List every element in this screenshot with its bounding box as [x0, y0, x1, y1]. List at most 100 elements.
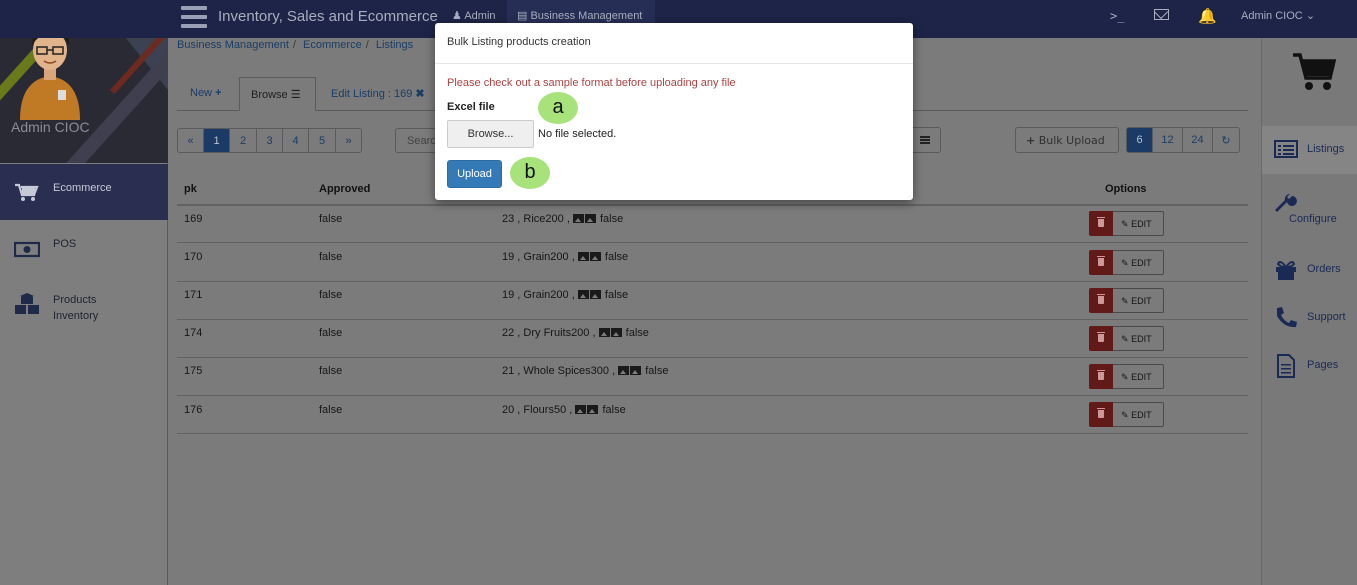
page-4[interactable]: 4	[283, 128, 309, 153]
rightbar-item-configure[interactable]: Configure	[1262, 186, 1357, 236]
file-status-text: No file selected.	[538, 128, 617, 140]
page-next[interactable]: »	[336, 128, 362, 153]
tab-edit-listing[interactable]: Edit Listing : 169 ✖	[331, 77, 425, 111]
page-size-12[interactable]: 12	[1153, 127, 1183, 153]
sidebar-item-pos[interactable]: POS	[0, 220, 168, 276]
image-icon	[584, 214, 596, 223]
sidebar-item-label: Products Inventory	[53, 294, 99, 322]
pencil-icon: ✎	[1121, 372, 1129, 382]
table-header-divider	[177, 204, 1248, 206]
browse-file-button[interactable]: Browse...	[447, 120, 534, 148]
rightbar-item-listings[interactable]: Listings	[1262, 126, 1357, 174]
delete-button[interactable]	[1089, 364, 1113, 389]
cell-approved: false	[319, 289, 343, 301]
refresh-button[interactable]: ↻	[1213, 127, 1240, 153]
annotation-marker-a: a	[538, 92, 578, 124]
trash-icon	[1097, 256, 1105, 266]
rightbar-item-label: Pages	[1307, 359, 1339, 371]
app-title: Inventory, Sales and Ecommerce	[218, 8, 438, 25]
bulk-listing-modal: Bulk Listing products creation Please ch…	[435, 23, 913, 200]
cell-details: 19 , Grain200 , false	[502, 289, 629, 301]
chart-icon: ▤	[517, 10, 528, 22]
breadcrumb-business-management[interactable]: Business Management	[177, 39, 289, 51]
list-icon	[920, 136, 930, 138]
list-icon	[1274, 140, 1298, 158]
cell-details: 23 , Rice200 , false	[502, 213, 624, 225]
edit-button[interactable]: ✎ EDIT	[1113, 326, 1164, 351]
upload-button[interactable]: Upload	[447, 160, 502, 188]
modal-title: Bulk Listing products creation	[435, 23, 913, 64]
cart-icon	[1293, 53, 1336, 90]
close-icon: ✖	[415, 88, 425, 100]
pencil-icon: ✎	[1121, 410, 1129, 420]
trash-icon	[1097, 408, 1105, 418]
trash-icon	[1097, 332, 1105, 342]
terminal-icon[interactable]: >_	[1110, 9, 1124, 23]
edit-button[interactable]: ✎ EDIT	[1113, 288, 1164, 313]
breadcrumb-listings[interactable]: Listings	[376, 39, 413, 51]
row-divider	[177, 433, 1248, 434]
edit-button[interactable]: ✎ EDIT	[1113, 364, 1164, 389]
row-divider	[177, 357, 1248, 358]
bell-icon[interactable]: 🔔	[1198, 7, 1217, 25]
image-icon	[598, 328, 610, 337]
list-view-button[interactable]	[909, 127, 941, 153]
mail-icon[interactable]	[1154, 9, 1169, 20]
column-header-options: Options	[1105, 183, 1147, 195]
plus-icon: +	[1026, 134, 1036, 147]
left-sidebar: Admin CIOC Ecommerce POS Products Invent…	[0, 0, 168, 585]
rightbar-item-support[interactable]: Support	[1262, 294, 1357, 342]
trash-icon	[1097, 370, 1105, 380]
row-divider	[177, 281, 1248, 282]
column-header-pk: pk	[184, 183, 197, 195]
file-icon	[1277, 354, 1295, 378]
gift-icon	[1276, 261, 1296, 280]
sidebar-item-products-inventory[interactable]: Products Inventory	[0, 276, 168, 332]
image-icon	[618, 366, 630, 375]
money-icon	[14, 241, 40, 258]
page-prev[interactable]: «	[177, 128, 204, 153]
page-size-24[interactable]: 24	[1183, 127, 1213, 153]
delete-button[interactable]	[1089, 288, 1113, 313]
page-3[interactable]: 3	[257, 128, 283, 153]
tab-new[interactable]: New +	[190, 77, 222, 111]
cell-details: 21 , Whole Spices300 , false	[502, 365, 669, 377]
list-icon: ☰	[290, 89, 301, 101]
delete-button[interactable]	[1089, 211, 1113, 236]
column-header-approved: Approved	[319, 183, 371, 195]
breadcrumb: Business Management / Ecommerce / Listings	[177, 39, 414, 51]
hamburger-menu-icon[interactable]	[181, 6, 207, 28]
page-size-6[interactable]: 6	[1126, 127, 1153, 153]
image-icon	[572, 214, 584, 223]
edit-button[interactable]: ✎ EDIT	[1113, 402, 1164, 427]
delete-button[interactable]	[1089, 326, 1113, 351]
page-2[interactable]: 2	[230, 128, 257, 153]
admin-menu[interactable]: ♟ Admin	[452, 9, 496, 22]
page-1[interactable]: 1	[204, 128, 230, 153]
page-5[interactable]: 5	[309, 128, 336, 153]
cell-details: 22 , Dry Fruits200 , false	[502, 327, 649, 339]
rightbar-item-label: Listings	[1307, 143, 1345, 155]
delete-button[interactable]	[1089, 250, 1113, 275]
edit-button[interactable]: ✎ EDIT	[1113, 250, 1164, 275]
pagination: « 1 2 3 4 5 »	[177, 128, 362, 153]
cart-icon	[15, 183, 39, 201]
image-icon	[589, 290, 601, 299]
image-icon	[577, 290, 589, 299]
tab-browse[interactable]: Browse ☰	[239, 77, 316, 111]
chevron-down-icon: ⌄	[1305, 10, 1316, 22]
bulk-upload-button[interactable]: + Bulk Upload	[1015, 127, 1119, 153]
edit-button[interactable]: ✎ EDIT	[1113, 211, 1164, 236]
rightbar-item-label: Configure	[1289, 213, 1337, 225]
image-icon	[577, 252, 589, 261]
sample-format-warning[interactable]: Please check out a sample format before …	[447, 77, 736, 89]
search-input[interactable]: Search	[395, 128, 435, 153]
rightbar-item-label: Support	[1307, 311, 1346, 323]
user-menu[interactable]: Admin CIOC ⌄	[1241, 9, 1315, 22]
rightbar-item-orders[interactable]: Orders	[1262, 246, 1357, 294]
delete-button[interactable]	[1089, 402, 1113, 427]
sidebar-item-ecommerce[interactable]: Ecommerce	[0, 164, 168, 220]
rightbar-item-pages[interactable]: Pages	[1262, 342, 1357, 390]
image-icon	[630, 366, 642, 375]
breadcrumb-ecommerce[interactable]: Ecommerce	[303, 39, 362, 51]
